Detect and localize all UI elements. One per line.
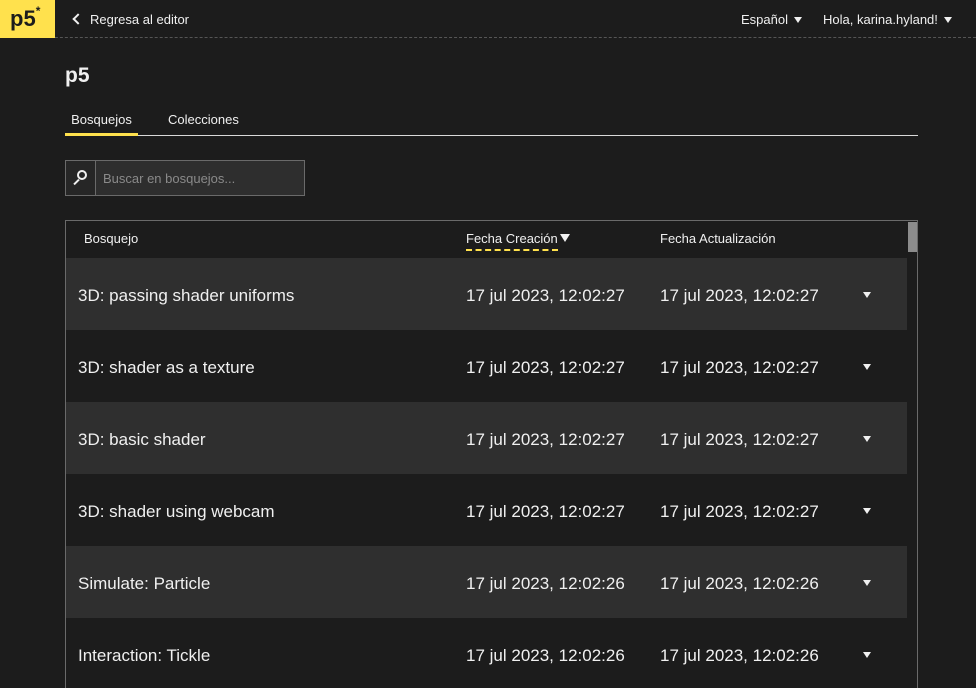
search-icon[interactable]: [66, 161, 96, 195]
row-menu-caret-icon[interactable]: [863, 292, 871, 298]
user-menu-dropdown[interactable]: Hola, karina.hyland!: [823, 9, 952, 29]
table-row: 3D: basic shader 17 jul 2023, 12:02:27 1…: [66, 402, 907, 474]
user-greeting: Hola, karina.hyland!: [823, 11, 938, 27]
tab-sketches[interactable]: Bosquejos: [65, 110, 138, 136]
created-date: 17 jul 2023, 12:02:27: [466, 286, 625, 305]
table-row: 3D: passing shader uniforms 17 jul 2023,…: [66, 258, 907, 330]
sketches-table: Bosquejo Fecha Creación Fecha Actualizac…: [65, 220, 918, 688]
table-row: 3D: shader using webcam 17 jul 2023, 12:…: [66, 474, 907, 546]
caret-down-icon: [793, 17, 802, 23]
row-menu-caret-icon[interactable]: [863, 580, 871, 586]
table-scrollbar[interactable]: [907, 221, 917, 688]
table-body: 3D: passing shader uniforms 17 jul 2023,…: [66, 258, 907, 688]
sketch-name-link[interactable]: Interaction: Tickle: [78, 646, 210, 666]
row-menu-caret-icon[interactable]: [863, 652, 871, 658]
updated-date: 17 jul 2023, 12:02:27: [660, 286, 819, 305]
sketch-name-link[interactable]: Simulate: Particle: [78, 574, 210, 594]
updated-date: 17 jul 2023, 12:02:27: [660, 358, 819, 377]
search-box: [65, 160, 305, 196]
created-date: 17 jul 2023, 12:02:27: [466, 358, 625, 377]
updated-date: 17 jul 2023, 12:02:27: [660, 430, 819, 449]
updated-date: 17 jul 2023, 12:02:27: [660, 502, 819, 521]
back-to-editor-label: Regresa al editor: [90, 11, 189, 27]
table-row: 3D: shader as a texture 17 jul 2023, 12:…: [66, 330, 907, 402]
caret-down-icon: [943, 17, 952, 23]
p5-logo[interactable]: p5*: [0, 0, 55, 38]
sketch-name-link[interactable]: 3D: shader as a texture: [78, 358, 255, 378]
tab-collections[interactable]: Colecciones: [168, 110, 239, 136]
top-nav: p5* Regresa al editor Español Hola, kari…: [0, 0, 976, 38]
created-date: 17 jul 2023, 12:02:26: [466, 646, 625, 665]
back-to-editor-link[interactable]: Regresa al editor: [70, 9, 189, 29]
column-header-created[interactable]: Fecha Creación: [466, 231, 570, 251]
column-header-sketch[interactable]: Bosquejo: [84, 231, 138, 246]
search-input[interactable]: [96, 161, 304, 195]
updated-date: 17 jul 2023, 12:02:26: [660, 574, 819, 593]
scrollbar-thumb[interactable]: [908, 222, 917, 252]
sketch-name-link[interactable]: 3D: shader using webcam: [78, 502, 275, 522]
updated-date: 17 jul 2023, 12:02:26: [660, 646, 819, 665]
created-date: 17 jul 2023, 12:02:27: [466, 502, 625, 521]
chevron-left-icon: [72, 13, 84, 25]
sort-descending-icon: [559, 234, 570, 242]
language-label: Español: [741, 11, 788, 27]
table-row: Simulate: Particle 17 jul 2023, 12:02:26…: [66, 546, 907, 618]
created-date: 17 jul 2023, 12:02:26: [466, 574, 625, 593]
sketch-name-link[interactable]: 3D: passing shader uniforms: [78, 286, 294, 306]
page-title: p5: [65, 64, 90, 87]
tab-bar: Bosquejos Colecciones: [65, 110, 918, 136]
table-header: Bosquejo Fecha Creación Fecha Actualizac…: [66, 221, 907, 258]
sketch-name-link[interactable]: 3D: basic shader: [78, 430, 206, 450]
table-row: Interaction: Tickle 17 jul 2023, 12:02:2…: [66, 618, 907, 688]
language-dropdown[interactable]: Español: [741, 9, 802, 29]
row-menu-caret-icon[interactable]: [863, 508, 871, 514]
column-header-created-label: Fecha Creación: [466, 231, 558, 251]
created-date: 17 jul 2023, 12:02:27: [466, 430, 625, 449]
row-menu-caret-icon[interactable]: [863, 364, 871, 370]
column-header-updated[interactable]: Fecha Actualización: [660, 231, 776, 246]
row-menu-caret-icon[interactable]: [863, 436, 871, 442]
